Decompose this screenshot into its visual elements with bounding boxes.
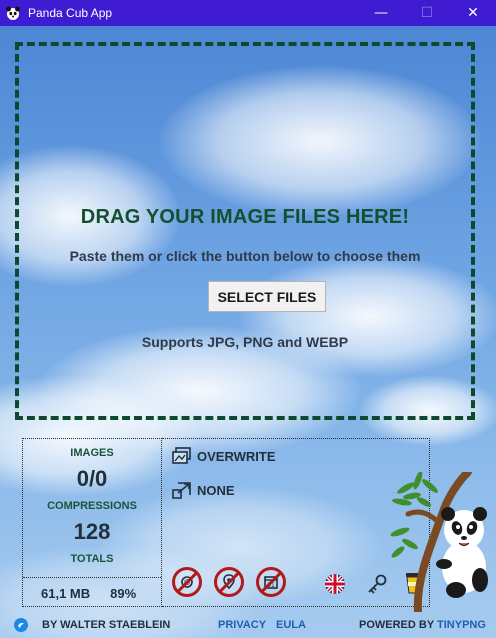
select-files-button[interactable]: SELECT FILES	[208, 281, 326, 312]
minimize-button[interactable]: —	[358, 0, 404, 26]
tinypng-link[interactable]: TINYPNG	[437, 619, 486, 631]
author-credit: BY WALTER STAEBLEIN	[42, 619, 171, 631]
close-button[interactable]: ✕	[450, 0, 496, 26]
compressions-value: 128	[73, 519, 111, 544]
stats-panel: IMAGES 0/0 COMPRESSIONS 128 TOTALS 61,1 …	[22, 438, 162, 607]
images-value: 0/0	[76, 466, 108, 491]
total-size: 61,1 MB	[41, 585, 91, 601]
totals-row: 61,1 MB 89%	[23, 577, 161, 608]
title-bar: Panda Cub App — ☐ ✕	[0, 0, 496, 26]
window-title: Panda Cub App	[28, 6, 113, 20]
overwrite-image-icon	[172, 447, 191, 464]
panda-mascot-icon	[390, 472, 488, 612]
resize-option[interactable]: NONE	[172, 481, 235, 499]
no-date-icon[interactable]: 31	[256, 567, 286, 597]
totals-label: TOTALS	[70, 553, 114, 565]
no-metadata-icon[interactable]: ©	[172, 567, 202, 597]
drop-zone[interactable]: DRAG YOUR IMAGE FILES HERE! Paste them o…	[15, 42, 475, 420]
eula-link[interactable]: EULA	[276, 619, 306, 631]
compressions-label: COMPRESSIONS	[47, 500, 137, 512]
panda-app-icon	[6, 6, 20, 20]
key-icon[interactable]	[366, 573, 388, 595]
drop-zone-subtitle: Paste them or click the button below to …	[69, 248, 421, 264]
supported-formats-text: Supports JPG, PNG and WEBP	[141, 334, 349, 350]
total-percentage: 89%	[110, 585, 137, 601]
no-location-icon[interactable]	[214, 567, 244, 597]
resize-icon	[172, 482, 191, 499]
powered-by-text: POWERED BY TINYPNG	[359, 619, 486, 631]
uk-flag-icon[interactable]	[324, 573, 346, 595]
drop-zone-title: DRAG YOUR IMAGE FILES HERE!	[80, 206, 410, 228]
privacy-link[interactable]: PRIVACY	[218, 619, 266, 631]
app-logo-icon	[14, 618, 28, 632]
overwrite-label: OVERWRITE	[197, 448, 276, 464]
maximize-button[interactable]: ☐	[404, 0, 450, 26]
images-label: IMAGES	[70, 447, 114, 459]
powered-by-label: POWERED BY	[359, 619, 438, 631]
resize-label: NONE	[197, 482, 235, 498]
footer: BY WALTER STAEBLEIN PRIVACY EULA POWERED…	[0, 612, 496, 638]
overwrite-option[interactable]: OVERWRITE	[172, 447, 276, 465]
